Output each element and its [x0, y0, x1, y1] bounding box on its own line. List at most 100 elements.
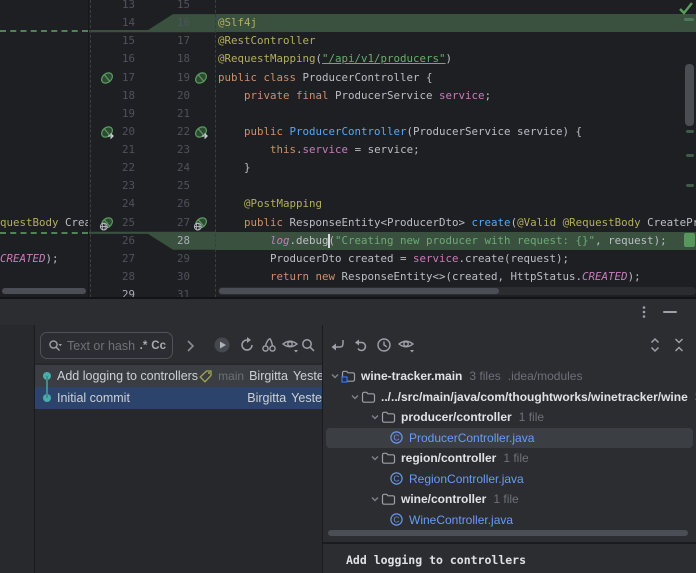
- tree-dir-row[interactable]: producer/controller1 file: [323, 407, 696, 427]
- new-line-number: 30: [158, 268, 190, 286]
- tree-hscrollbar[interactable]: [328, 530, 688, 536]
- commit-message: Add logging to controllers: [57, 369, 198, 383]
- code-token: return new: [270, 270, 342, 283]
- expand-all-icon[interactable]: [646, 336, 664, 354]
- code-line[interactable]: ProducerDto created = service.create(req…: [216, 250, 696, 268]
- code-line[interactable]: public ProducerController(ProducerServic…: [216, 123, 696, 141]
- tree-expand-chevron-icon[interactable]: [349, 391, 361, 403]
- old-line-number: 21: [103, 141, 135, 159]
- new-line-number: 19: [158, 69, 190, 87]
- diff-insertion-marker: [0, 30, 88, 32]
- spring-bean-globe-icon[interactable]: [193, 215, 209, 231]
- code-line[interactable]: public class ProducerController {: [216, 69, 696, 87]
- code-line[interactable]: log.debug("Creating new producer with re…: [216, 232, 696, 250]
- code-line[interactable]: @Slf4j: [216, 14, 696, 32]
- new-line-number: 29: [158, 250, 190, 268]
- toolwindow-header: [0, 299, 696, 325]
- code-token: CREATED: [0, 252, 46, 265]
- new-line-number: 15: [158, 0, 190, 14]
- old-line-number: 26: [103, 232, 135, 250]
- spring-bean-arrow-icon[interactable]: [193, 124, 209, 140]
- code-token: .create(request);: [459, 252, 570, 265]
- tree-dir-row[interactable]: wine-tracker.main3 files.idea/modules: [323, 366, 696, 386]
- commit-graph-edge: [46, 376, 48, 398]
- refresh-icon[interactable]: [238, 336, 256, 354]
- tree-dir-row[interactable]: region/controller1 file: [323, 448, 696, 468]
- code-token: @Valid: [517, 216, 563, 229]
- tree-dir-row[interactable]: wine/controller1 file: [323, 489, 696, 509]
- regex-toggle[interactable]: .*: [140, 340, 148, 352]
- tree-dir-row[interactable]: ../../src/main/java/com/thoughtworks/win…: [323, 387, 696, 407]
- go-to-hash-search-icon[interactable]: [299, 336, 317, 354]
- tree-expand-chevron-icon[interactable]: [369, 493, 381, 505]
- match-case-toggle[interactable]: Cc: [151, 340, 166, 352]
- version-control-toolwindow: Text or hash .* Cc: [0, 297, 696, 571]
- old-line-number: 19: [103, 105, 135, 123]
- code-token: public: [244, 125, 290, 138]
- history-clock-icon[interactable]: [375, 336, 393, 354]
- new-line-number: 25: [158, 177, 190, 195]
- stripe-change-mark[interactable]: [686, 130, 694, 133]
- folder-icon: [361, 390, 376, 404]
- spring-bean-globe-icon[interactable]: [99, 215, 115, 231]
- code-line[interactable]: private final ProducerService service;: [216, 87, 696, 105]
- tree-file-row[interactable]: CRegionController.java: [323, 469, 696, 489]
- code-line[interactable]: this.service = service;: [216, 141, 696, 159]
- expand-search-chevron-icon[interactable]: [181, 337, 199, 355]
- code-token: [218, 125, 244, 138]
- commit-list[interactable]: Add logging to controllersmainBirgittaYe…: [35, 363, 322, 573]
- old-line-number: 23: [103, 177, 135, 195]
- tree-expand-chevron-icon[interactable]: [369, 411, 381, 423]
- tree-file-label: WineController.java: [409, 513, 513, 527]
- inspections-ok-check-icon[interactable]: [678, 1, 694, 15]
- tree-dir-label: producer/controller: [401, 410, 512, 424]
- stripe-change-mark[interactable]: [684, 18, 694, 21]
- tree-file-row[interactable]: CWineController.java: [323, 510, 696, 530]
- show-details-eye-icon[interactable]: [281, 336, 299, 354]
- code-token: );: [628, 270, 641, 283]
- search-with-history-icon: [47, 338, 63, 354]
- code-line[interactable]: }: [216, 159, 696, 177]
- code-line[interactable]: @PostMapping: [216, 195, 696, 213]
- code-line[interactable]: return new ResponseEntity<>(created, Htt…: [216, 268, 696, 286]
- code-line[interactable]: [216, 177, 696, 195]
- jump-to-source-icon[interactable]: [329, 336, 347, 354]
- run-highlighted-commits-icon[interactable]: [213, 336, 231, 354]
- editor-vscrollbar-thumb[interactable]: [685, 64, 694, 126]
- code-token: @Slf4j: [218, 16, 257, 29]
- code-line[interactable]: [216, 0, 696, 14]
- code-line[interactable]: @RestController: [216, 32, 696, 50]
- commit-meta: BirgittaYeste: [247, 391, 322, 405]
- tag-wrap: [198, 369, 213, 384]
- preview-diff-eye-icon[interactable]: [397, 336, 415, 354]
- code-line[interactable]: @RequestMapping("/api/v1/producers"): [216, 50, 696, 68]
- code-line[interactable]: [216, 105, 696, 123]
- tree-file-row[interactable]: CProducerController.java: [323, 428, 696, 448]
- left-pane-hscrollbar[interactable]: [2, 288, 86, 294]
- stripe-change-mark[interactable]: [686, 184, 694, 187]
- tree-expand-chevron-icon[interactable]: [369, 452, 381, 464]
- cherry-pick-icon[interactable]: [260, 336, 278, 354]
- diff-right-pane[interactable]: @Slf4j @RestController@RequestMapping("/a…: [216, 0, 696, 297]
- commit-row[interactable]: Initial commitBirgittaYeste: [35, 387, 322, 409]
- spring-bean-arrow-icon[interactable]: [99, 124, 115, 140]
- commit-search-field[interactable]: Text or hash .* Cc: [40, 332, 173, 359]
- rollback-icon[interactable]: [352, 336, 370, 354]
- right-pane-hscrollbar-thumb[interactable]: [219, 288, 499, 294]
- new-line-number: 27: [158, 214, 190, 232]
- code-token: service: [303, 143, 349, 156]
- diff-editor[interactable]: questBody CreatCREATED); 131514161517161…: [0, 0, 696, 297]
- more-options-kebab-icon[interactable]: [636, 304, 652, 320]
- gutter-dotted-border-left: [90, 0, 91, 297]
- code-token: }: [218, 161, 251, 174]
- hide-toolwindow-icon[interactable]: [663, 311, 677, 313]
- spring-bean-icon[interactable]: [99, 70, 115, 86]
- spring-bean-icon[interactable]: [193, 70, 209, 86]
- commit-row[interactable]: Add logging to controllersmainBirgittaYe…: [35, 365, 322, 387]
- tree-expand-chevron-icon[interactable]: [329, 370, 341, 382]
- collapse-all-icon[interactable]: [670, 336, 688, 354]
- stripe-change-mark[interactable]: [686, 154, 694, 157]
- code-line[interactable]: public ResponseEntity<ProducerDto> creat…: [216, 214, 696, 232]
- stripe-caret-change-mark[interactable]: [684, 233, 695, 247]
- diff-left-pane[interactable]: questBody CreatCREATED);: [0, 0, 88, 297]
